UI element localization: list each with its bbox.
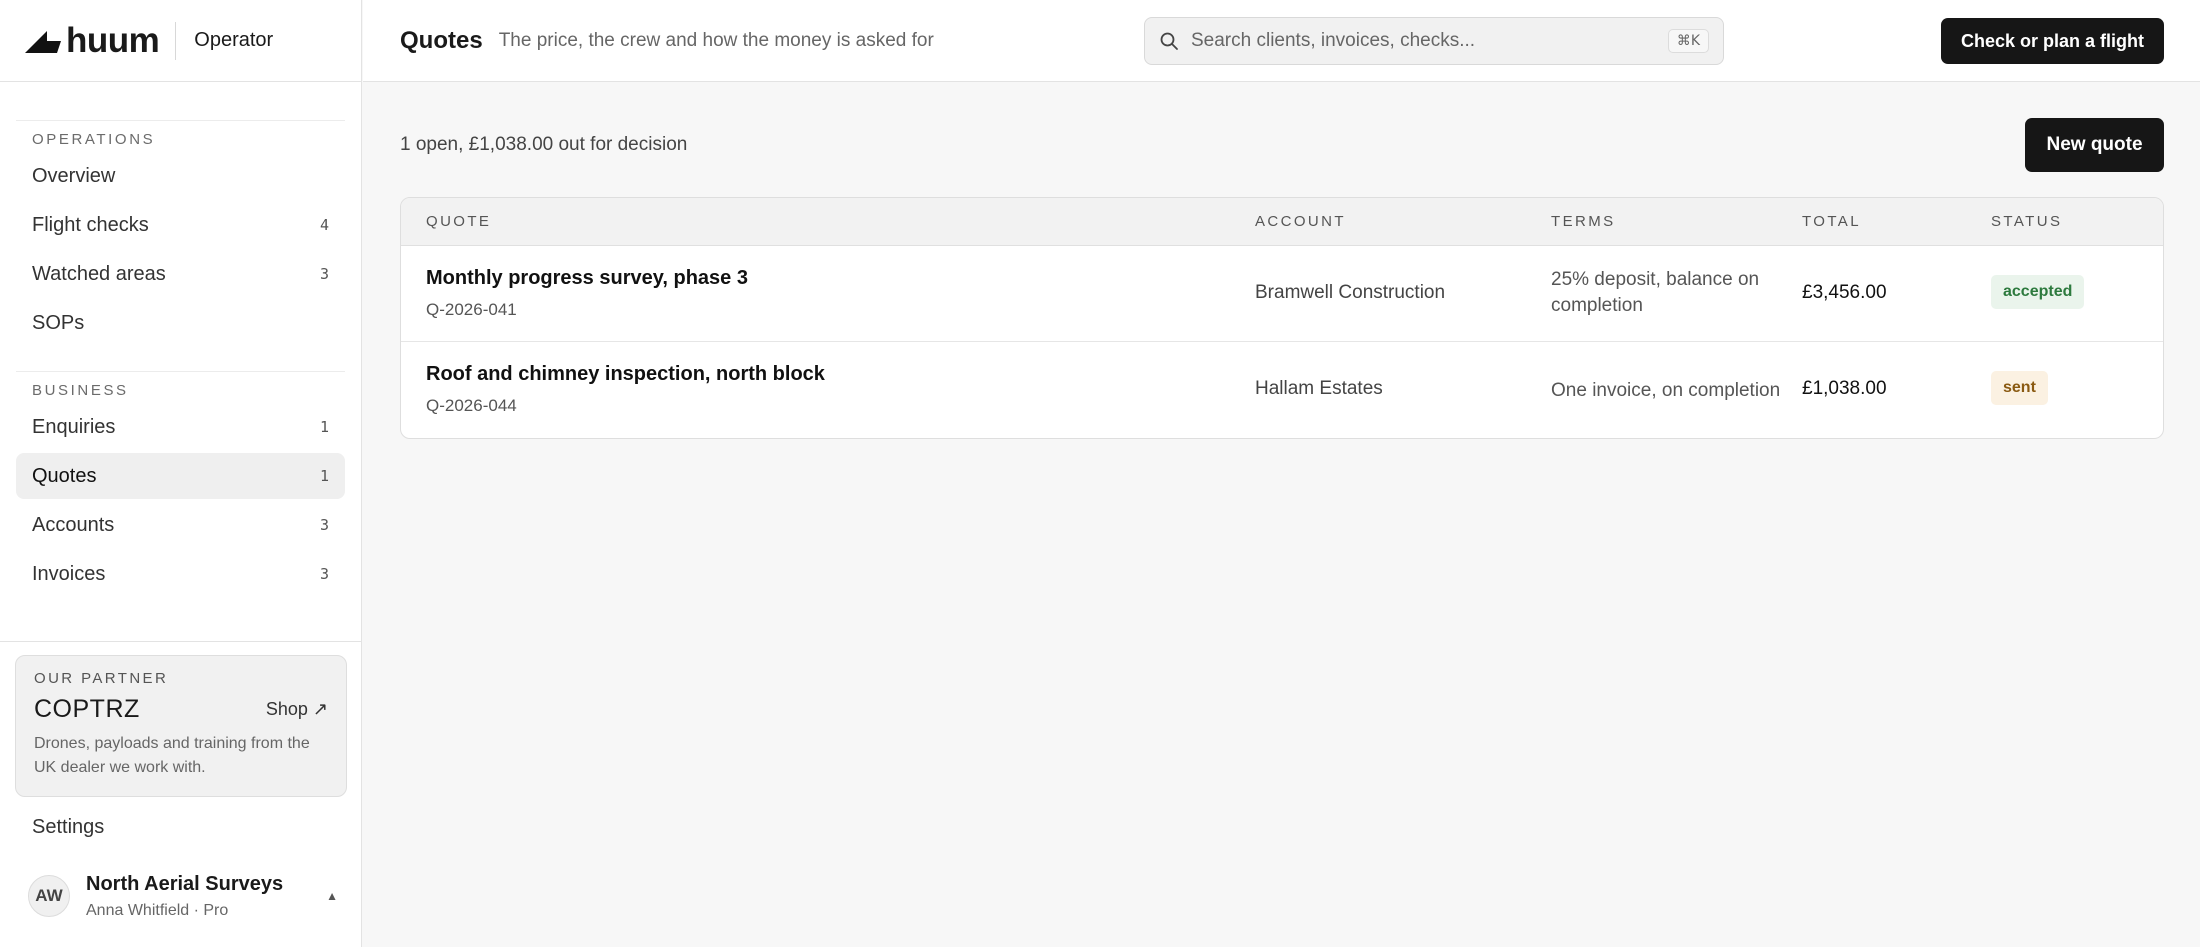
sidebar-item-quotes[interactable]: Quotes 1 <box>16 453 345 499</box>
sidebar-item-label: Overview <box>32 164 116 187</box>
sidebar-item-watched-areas[interactable]: Watched areas 3 <box>16 251 345 297</box>
table-header: QUOTE ACCOUNT TERMS TOTAL STATUS <box>401 198 2163 246</box>
section-label-operations: OPERATIONS <box>32 131 156 148</box>
quote-total: £1,038.00 <box>1802 378 1887 399</box>
sidebar-item-invoices[interactable]: Invoices 3 <box>16 551 345 597</box>
sidebar-item-count: 3 <box>319 516 329 534</box>
partner-description: Drones, payloads and training from the U… <box>34 735 310 776</box>
product-name: Operator <box>194 29 274 51</box>
quote-account: Bramwell Construction <box>1255 282 1446 303</box>
brand: huum Operator <box>0 0 361 82</box>
account-subtitle: Anna Whitfield · Pro <box>86 901 229 919</box>
huum-logo-icon <box>25 30 61 53</box>
status-badge: sent <box>1991 371 2048 405</box>
partner-card: OUR PARTNER COPTRZ Shop ↗ Drones, payloa… <box>15 655 347 797</box>
table-row[interactable]: Roof and chimney inspection, north block… <box>401 342 2163 438</box>
section-label-business: BUSINESS <box>32 382 129 399</box>
quote-id: Q-2026-044 <box>426 396 517 415</box>
sidebar-item-flight-checks[interactable]: Flight checks 4 <box>16 202 345 248</box>
page-title: Quotes <box>400 26 483 54</box>
partner-label: OUR PARTNER <box>34 670 169 687</box>
page-subtitle: The price, the crew and how the money is… <box>498 29 934 51</box>
sidebar-item-count: 3 <box>319 565 329 583</box>
search-shortcut-hint: ⌘K <box>1667 29 1709 53</box>
caret-up-icon: ▲ <box>326 889 338 903</box>
quote-terms: 25% deposit, balance on completion <box>1551 269 1760 316</box>
sidebar-item-label: Accounts <box>32 513 115 536</box>
sidebar-item-settings[interactable]: Settings <box>32 816 104 839</box>
sidebar-item-accounts[interactable]: Accounts 3 <box>16 502 345 548</box>
quote-title[interactable]: Monthly progress survey, phase 3 <box>426 267 748 290</box>
sidebar-item-label: Invoices <box>32 562 106 585</box>
column-header-account[interactable]: ACCOUNT <box>1255 213 1346 230</box>
search-icon <box>1160 32 1178 50</box>
search-box[interactable]: ⌘K <box>1144 17 1724 65</box>
new-quote-button[interactable]: New quote <box>2025 118 2164 172</box>
partner-shop-link[interactable]: Shop ↗ <box>266 699 328 720</box>
column-header-status[interactable]: STATUS <box>1991 213 2062 230</box>
column-header-quote[interactable]: QUOTE <box>426 213 491 230</box>
quote-total: £3,456.00 <box>1802 282 1887 303</box>
sidebar-item-label: Watched areas <box>32 262 166 285</box>
sidebar-divider <box>0 641 361 642</box>
brand-divider <box>175 21 177 60</box>
quote-id: Q-2026-041 <box>426 300 517 319</box>
account-switcher[interactable]: AW North Aerial Surveys Anna Whitfield ·… <box>28 868 338 924</box>
sidebar-item-sops[interactable]: SOPs <box>16 300 345 346</box>
sidebar-item-count: 3 <box>319 265 329 283</box>
sidebar-item-count: 1 <box>319 418 329 436</box>
partner-name: COPTRZ <box>34 695 140 723</box>
column-header-total[interactable]: TOTAL <box>1802 213 1861 230</box>
sidebar-item-label: SOPs <box>32 311 85 334</box>
quote-title[interactable]: Roof and chimney inspection, north block <box>426 363 825 386</box>
account-name: North Aerial Surveys <box>86 872 284 895</box>
quote-terms: One invoice, on completion <box>1551 380 1781 401</box>
check-or-plan-flight-button[interactable]: Check or plan a flight <box>1940 18 2164 64</box>
status-badge: accepted <box>1991 275 2085 309</box>
sidebar-item-label: Flight checks <box>32 213 149 236</box>
quotes-table: QUOTE ACCOUNT TERMS TOTAL STATUS Monthly… <box>400 197 2164 439</box>
logo-text: huum <box>66 20 160 60</box>
search-input[interactable] <box>1191 30 1668 52</box>
sidebar-item-overview[interactable]: Overview <box>16 153 345 199</box>
quote-account: Hallam Estates <box>1255 378 1383 399</box>
quotes-summary: 1 open, £1,038.00 out for decision <box>400 134 688 155</box>
sidebar-item-enquiries[interactable]: Enquiries 1 <box>16 404 345 450</box>
sidebar-item-count: 1 <box>319 467 329 485</box>
column-header-terms[interactable]: TERMS <box>1551 213 1616 230</box>
avatar: AW <box>28 875 70 917</box>
sidebar: huum Operator OPERATIONS Overview Flight… <box>0 0 362 947</box>
sidebar-item-label: Quotes <box>32 464 97 487</box>
sidebar-item-count: 4 <box>319 216 329 234</box>
sidebar-item-label: Enquiries <box>32 415 116 438</box>
table-row[interactable]: Monthly progress survey, phase 3 Q-2026-… <box>401 246 2163 342</box>
top-bar: Quotes The price, the crew and how the m… <box>363 0 2200 82</box>
